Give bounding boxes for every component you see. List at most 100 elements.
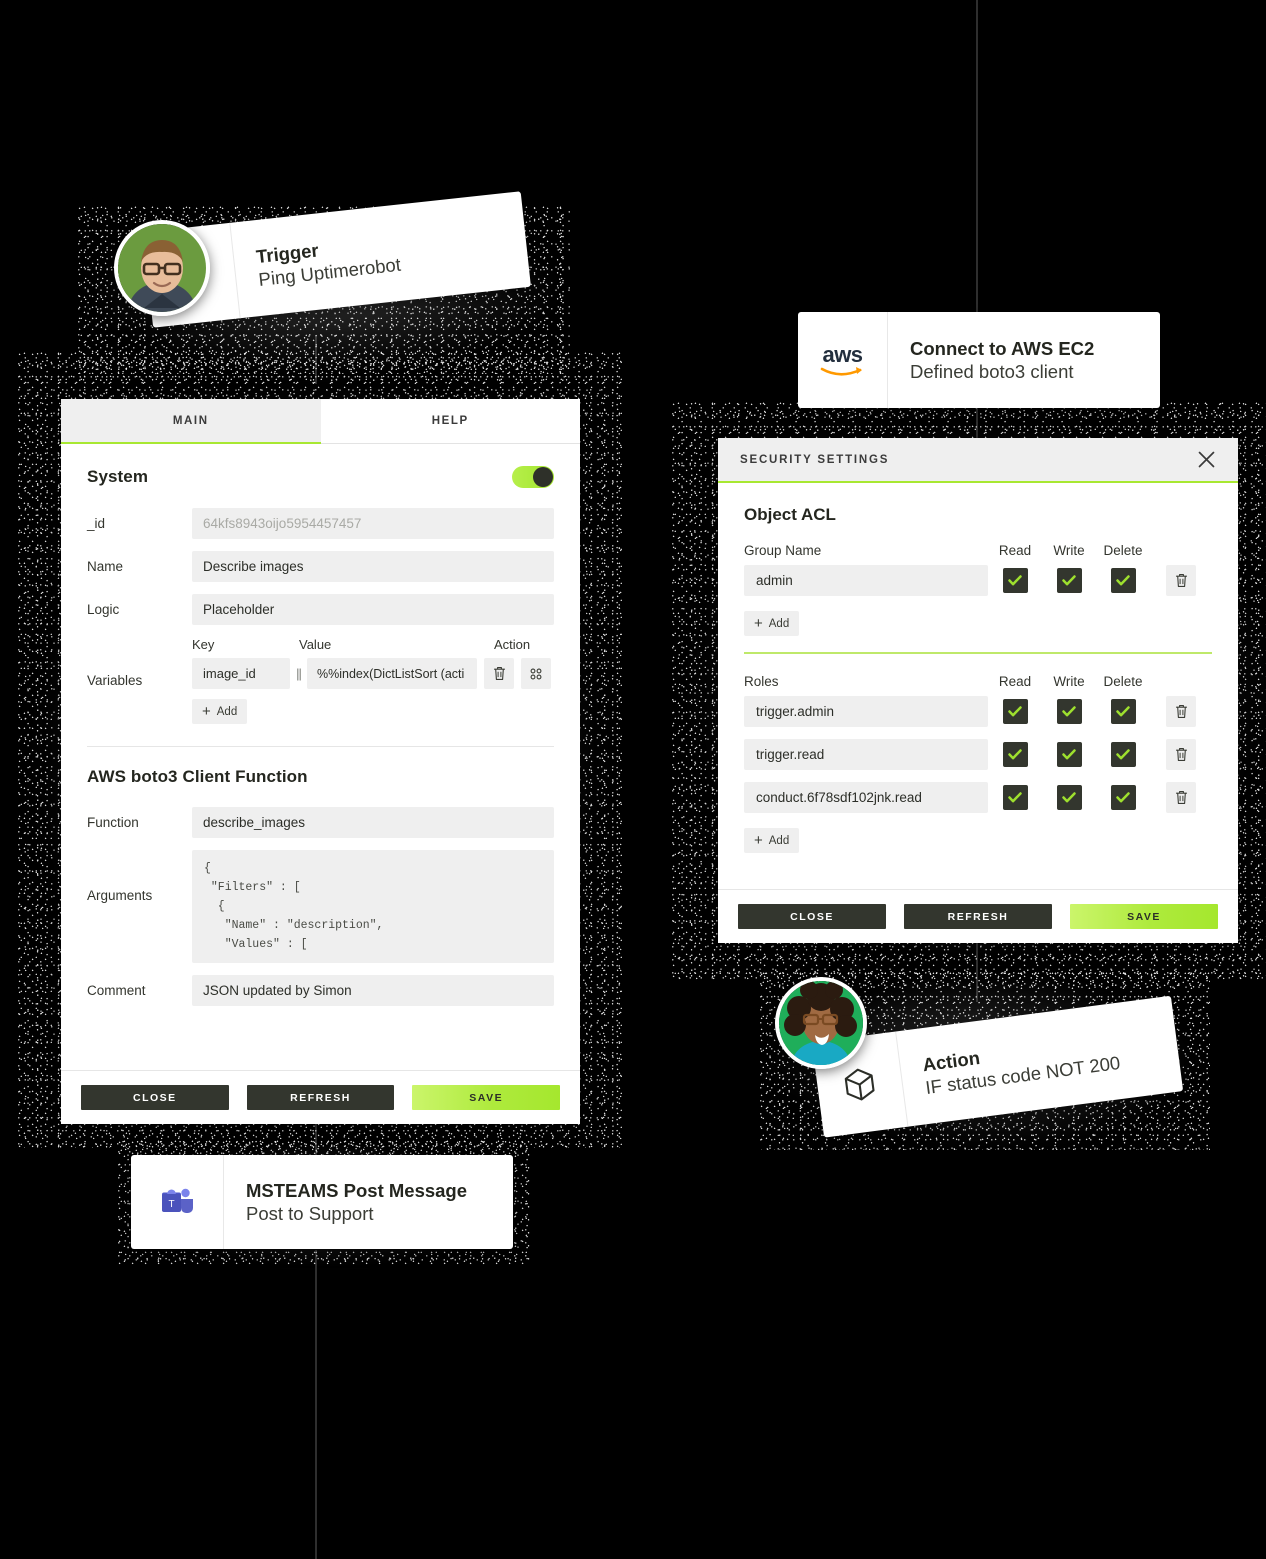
connector-line-right-bot bbox=[976, 940, 978, 1002]
trash-icon[interactable] bbox=[484, 658, 514, 689]
aws-node-title: Connect to AWS EC2 bbox=[910, 337, 1095, 359]
checkbox-read[interactable] bbox=[1002, 699, 1028, 724]
tab-help[interactable]: HELP bbox=[320, 399, 580, 443]
group-write-cell bbox=[1042, 568, 1096, 593]
role-name-input[interactable]: trigger.admin bbox=[744, 696, 988, 727]
avatar bbox=[114, 220, 210, 316]
close-button[interactable]: CLOSE bbox=[81, 1085, 229, 1110]
msteams-node-text: MSTEAMS Post Message Post to Support bbox=[224, 1155, 489, 1249]
variable-value-input[interactable]: %%index(DictListSort (acti bbox=[307, 658, 477, 689]
field-row-logic: Logic Placeholder bbox=[87, 594, 554, 625]
field-label-comment: Comment bbox=[87, 983, 146, 998]
groups-header-row: Group Name Read Write Delete bbox=[744, 543, 1212, 558]
field-label-function: Function bbox=[87, 815, 139, 830]
close-icon[interactable] bbox=[1197, 450, 1216, 469]
field-label-id: _id bbox=[87, 516, 106, 531]
action-node[interactable]: Action IF status code NOT 200 bbox=[811, 995, 1184, 1138]
checkbox-read[interactable] bbox=[1002, 785, 1028, 810]
field-row-comment: Comment JSON updated by Simon bbox=[87, 975, 554, 1006]
trash-icon[interactable] bbox=[1166, 782, 1196, 813]
logic-input[interactable]: Placeholder bbox=[192, 594, 554, 625]
aws-logo-icon: aws bbox=[798, 312, 888, 408]
table-row: trigger.read bbox=[744, 739, 1212, 770]
role-row-actions bbox=[1150, 696, 1212, 727]
security-settings-panel: SECURITY SETTINGS Object ACL Group Name … bbox=[718, 438, 1238, 943]
name-input[interactable]: Describe images bbox=[192, 551, 554, 582]
toggle-knob bbox=[533, 467, 553, 487]
role-delete-cell bbox=[1096, 699, 1150, 724]
svg-text:T: T bbox=[168, 1199, 174, 1210]
role-delete-cell bbox=[1096, 742, 1150, 767]
trash-icon[interactable] bbox=[1166, 696, 1196, 727]
refresh-button[interactable]: REFRESH bbox=[246, 1085, 395, 1110]
role-name-input[interactable]: trigger.read bbox=[744, 739, 988, 770]
arguments-textarea[interactable]: { "Filters" : [ { "Name" : "description"… bbox=[192, 850, 554, 963]
connector-line-right-top bbox=[976, 0, 978, 320]
section-divider-green bbox=[744, 652, 1212, 654]
function-input[interactable]: describe_images bbox=[192, 807, 554, 838]
checkbox-write[interactable] bbox=[1056, 568, 1082, 593]
comment-input[interactable]: JSON updated by Simon bbox=[192, 975, 554, 1006]
field-label-name: Name bbox=[87, 559, 124, 574]
variables-header-value: Value bbox=[299, 637, 332, 652]
variables-headers: Key Value Action bbox=[192, 637, 554, 652]
table-row: trigger.admin bbox=[744, 696, 1212, 727]
trash-icon[interactable] bbox=[1166, 565, 1196, 596]
security-panel-footer: CLOSE REFRESH SAVE bbox=[718, 889, 1238, 943]
groups-add-button[interactable]: + Add bbox=[744, 611, 800, 636]
checkbox-delete[interactable] bbox=[1110, 785, 1136, 810]
checkbox-delete[interactable] bbox=[1110, 699, 1136, 724]
variable-separator: || bbox=[296, 666, 302, 681]
trash-icon[interactable] bbox=[1166, 739, 1196, 770]
checkbox-write[interactable] bbox=[1056, 742, 1082, 767]
checkbox-write[interactable] bbox=[1056, 699, 1082, 724]
variables-header-action: Action bbox=[494, 637, 531, 652]
save-button[interactable]: SAVE bbox=[1070, 904, 1218, 929]
variables-row: image_id || %%index(DictListSort (acti bbox=[192, 658, 554, 689]
field-row-arguments: Arguments { "Filters" : [ { "Name" : "de… bbox=[87, 850, 554, 963]
field-row-id: _id 64kfs8943oijo5954457457 bbox=[87, 508, 554, 539]
close-button[interactable]: CLOSE bbox=[738, 904, 886, 929]
msteams-node-title: MSTEAMS Post Message bbox=[246, 1179, 468, 1201]
roles-add-button[interactable]: + Add bbox=[744, 828, 800, 853]
variables-add-button[interactable]: + Add bbox=[192, 699, 248, 724]
msteams-node[interactable]: T MSTEAMS Post Message Post to Support bbox=[131, 1155, 513, 1249]
plus-icon: + bbox=[754, 615, 763, 632]
aws-node-text: Connect to AWS EC2 Defined boto3 client bbox=[888, 312, 1116, 408]
groups-delete-header: Delete bbox=[1103, 543, 1143, 558]
checkbox-delete[interactable] bbox=[1110, 568, 1136, 593]
roles-delete-header: Delete bbox=[1103, 674, 1143, 689]
role-row-actions bbox=[1150, 739, 1212, 770]
roles-name-header: Roles bbox=[744, 674, 779, 689]
group-name-input[interactable]: admin bbox=[744, 565, 988, 596]
aws-logo-text: aws bbox=[822, 341, 863, 367]
security-panel-title: SECURITY SETTINGS bbox=[740, 453, 890, 466]
node-editor-panel: MAIN HELP System _id 64kfs8943oijo595445… bbox=[61, 399, 580, 1124]
table-row: conduct.6f78sdf102jnk.read bbox=[744, 782, 1212, 813]
field-row-function: Function describe_images bbox=[87, 807, 554, 838]
aws-node[interactable]: aws Connect to AWS EC2 Defined boto3 cli… bbox=[798, 312, 1160, 408]
system-enable-toggle[interactable] bbox=[512, 466, 554, 488]
tab-help-label: HELP bbox=[431, 415, 469, 427]
tab-main[interactable]: MAIN bbox=[61, 399, 321, 444]
grid-icon[interactable] bbox=[521, 658, 551, 689]
checkbox-read[interactable] bbox=[1002, 742, 1028, 767]
group-delete-cell bbox=[1096, 568, 1150, 593]
section-divider bbox=[87, 746, 554, 747]
role-write-cell bbox=[1042, 699, 1096, 724]
save-button[interactable]: SAVE bbox=[412, 1085, 561, 1110]
refresh-button[interactable]: REFRESH bbox=[904, 904, 1052, 929]
id-input[interactable]: 64kfs8943oijo5954457457 bbox=[192, 508, 554, 539]
checkbox-delete[interactable] bbox=[1110, 742, 1136, 767]
role-row-actions bbox=[1150, 782, 1212, 813]
variable-key-input[interactable]: image_id bbox=[192, 658, 290, 689]
action-node-wrapper: Action IF status code NOT 200 bbox=[811, 995, 1184, 1138]
connector-line-left-mid bbox=[315, 1124, 317, 1156]
msteams-node-subtitle: Post to Support bbox=[246, 1202, 374, 1224]
roles-read-header: Read bbox=[998, 674, 1032, 689]
checkbox-read[interactable] bbox=[1002, 568, 1028, 593]
checkbox-write[interactable] bbox=[1056, 785, 1082, 810]
security-panel-body: Object ACL Group Name Read Write Delete … bbox=[718, 483, 1238, 853]
groups-add-label: Add bbox=[768, 617, 790, 630]
role-name-input[interactable]: conduct.6f78sdf102jnk.read bbox=[744, 782, 988, 813]
